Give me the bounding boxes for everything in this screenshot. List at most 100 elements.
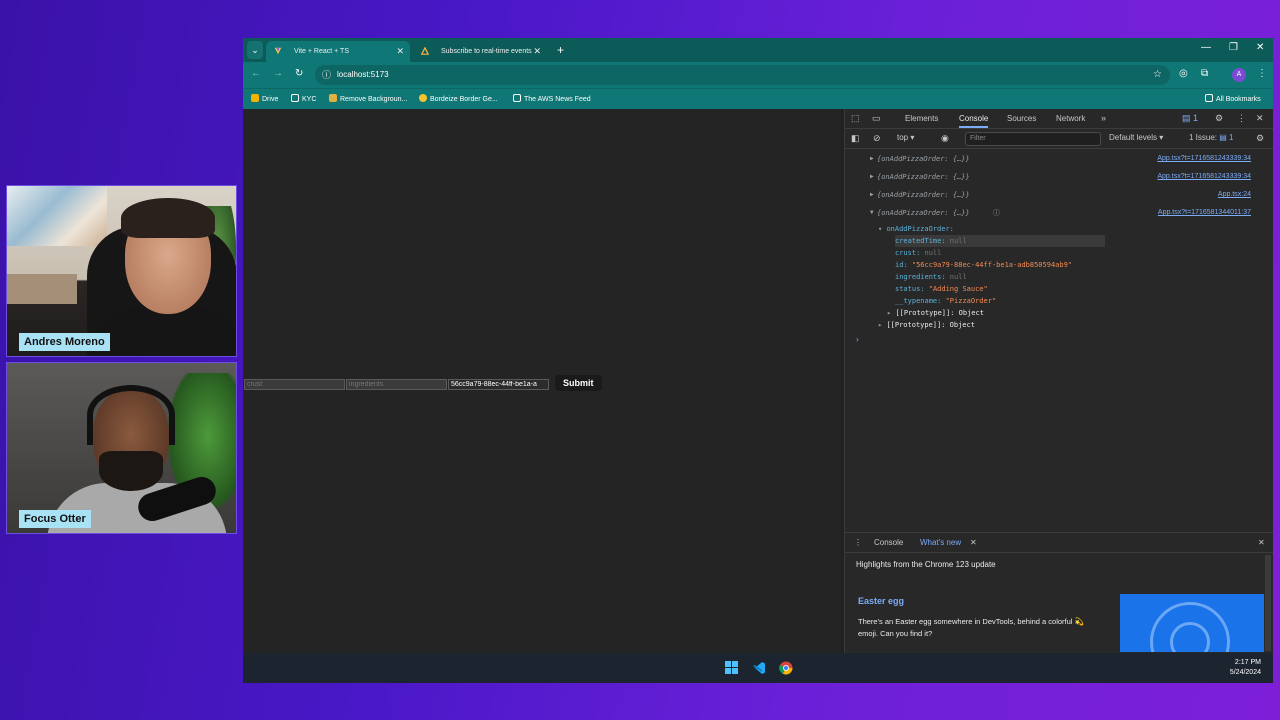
prop-crust[interactable]: crust: null <box>895 247 941 259</box>
inspect-icon[interactable]: ⬚ <box>851 113 860 124</box>
vite-icon <box>274 47 282 55</box>
drawer-tab-console[interactable]: Console <box>874 538 903 547</box>
close-tab-icon[interactable]: ✕ <box>396 41 404 62</box>
tab-elements[interactable]: Elements <box>905 114 938 123</box>
menu-kebab-icon[interactable]: ⋮ <box>1257 68 1267 79</box>
system-clock[interactable]: 2:17 PM 5/24/2024 <box>1230 658 1261 678</box>
site-info-icon[interactable]: ⓘ <box>322 65 331 85</box>
source-link[interactable]: App.tsx?t=1716581243339:34 <box>1157 169 1251 185</box>
console-settings-icon[interactable]: ⚙ <box>1256 133 1264 144</box>
submit-button[interactable]: Submit <box>555 375 602 391</box>
webcam-andres: Andres Moreno <box>6 185 237 357</box>
prop-inner-prototype[interactable]: ▸ [[Prototype]]: Object <box>887 307 984 319</box>
person-beard <box>99 451 163 491</box>
log-levels-select[interactable]: Default levels ▾ <box>1109 133 1163 142</box>
console-log-entry[interactable]: ▶ {onAddPizzaOrder: {…}} App.tsx?t=17165… <box>845 169 1273 185</box>
new-tab-button[interactable]: + <box>557 41 564 59</box>
drawer-menu-icon[interactable]: ⋮ <box>854 538 862 547</box>
prop-typename[interactable]: __typename: "PizzaOrder" <box>895 295 996 307</box>
clear-console-icon[interactable]: ⊘ <box>873 133 881 144</box>
forward-icon[interactable]: → <box>273 68 283 79</box>
id-input[interactable] <box>448 379 549 390</box>
bookmark-remove-bg[interactable]: Remove Backgroun... <box>329 94 407 103</box>
url-text: localhost:5173 <box>337 70 389 79</box>
issues-badge[interactable]: ▤ 1 <box>1182 113 1198 124</box>
bookmark-bordeize[interactable]: Bordeize Border Ge... <box>419 94 498 103</box>
prop-id[interactable]: id: "56cc9a79-88ec-44ff-be1a-adb850594ab… <box>895 259 1072 271</box>
context-select[interactable]: top ▾ <box>897 133 914 142</box>
address-bar[interactable]: ⓘ localhost:5173 ☆ <box>315 65 1170 85</box>
close-window-icon[interactable]: ✕ <box>1256 42 1264 53</box>
folder-icon <box>291 94 299 102</box>
more-tabs-icon[interactable]: » <box>1101 113 1106 123</box>
info-icon[interactable]: ⓘ <box>993 205 1000 221</box>
object-key-row[interactable]: ▾ onAddPizzaOrder: <box>878 223 954 235</box>
bookmark-kyc[interactable]: KYC <box>291 94 316 103</box>
sidebar-toggle-icon[interactable]: ◧ <box>851 133 860 144</box>
extension-icon[interactable]: ◎ <box>1179 68 1188 79</box>
tab-realtime[interactable]: Subscribe to real-time events ✕ <box>413 41 547 62</box>
all-bookmarks[interactable]: All Bookmarks <box>1205 94 1261 103</box>
bookmarks-bar: Drive KYC Remove Backgroun... Bordeize B… <box>243 88 1273 109</box>
prop-status[interactable]: status: "Adding Sauce" <box>895 283 988 295</box>
console-filter-input[interactable]: Filter <box>965 132 1101 146</box>
console-log-entry[interactable]: ▶ {onAddPizzaOrder: {…}} App.tsx:24 <box>845 187 1273 203</box>
tab-console[interactable]: Console <box>959 114 989 128</box>
console-log-entry-expanded[interactable]: ▼ {onAddPizzaOrder: {…}} ⓘ App.tsx?t=171… <box>845 205 1273 221</box>
tab-vite[interactable]: Vite + React + TS ✕ <box>266 41 410 62</box>
collapse-arrow-icon[interactable]: ▼ <box>870 205 874 221</box>
source-link[interactable]: App.tsx:24 <box>1218 187 1251 203</box>
minimize-icon[interactable]: — <box>1201 42 1211 53</box>
prop-ingredients[interactable]: ingredients: null <box>895 271 967 283</box>
easter-egg-link[interactable]: Easter egg <box>858 596 904 606</box>
vscode-icon[interactable] <box>752 661 766 675</box>
tab-sources[interactable]: Sources <box>1007 114 1036 123</box>
bordeize-icon <box>419 94 427 102</box>
restore-icon[interactable]: ❐ <box>1229 42 1238 53</box>
prop-outer-prototype[interactable]: ▸ [[Prototype]]: Object <box>878 319 975 331</box>
avatar[interactable]: A <box>1232 68 1246 82</box>
easter-egg-text: There's an Easter egg somewhere in DevTo… <box>858 617 1084 638</box>
expand-arrow-icon[interactable]: ▶ <box>870 187 874 203</box>
console-output: ▶ {onAddPizzaOrder: {…}} App.tsx?t=17165… <box>845 151 1273 531</box>
bookmark-star-icon[interactable]: ☆ <box>1153 65 1162 85</box>
device-toggle-icon[interactable]: ▭ <box>872 113 881 124</box>
drawer-tab-whats-new[interactable]: What's new <box>920 538 961 547</box>
crust-input[interactable] <box>244 379 345 390</box>
back-icon[interactable]: ← <box>251 68 261 79</box>
issues-counter[interactable]: 1 Issue: ▤ 1 <box>1189 133 1233 142</box>
console-toolbar: ◧ ⊘ top ▾ ◉ Filter Default levels ▾ 1 Is… <box>845 129 1273 149</box>
removebg-icon <box>329 94 337 102</box>
expand-arrow-icon[interactable]: ▶ <box>870 151 874 167</box>
whats-new-heading: Highlights from the Chrome 123 update <box>856 560 996 569</box>
ingredients-input[interactable] <box>346 379 447 390</box>
tab-search-icon[interactable]: ⌄ <box>247 41 263 59</box>
bookmark-aws-news[interactable]: The AWS News Feed <box>513 94 591 103</box>
source-link[interactable]: App.tsx?t=1716581344011:37 <box>1158 205 1251 221</box>
windows-start-icon[interactable] <box>725 661 739 675</box>
devtools-menu-icon[interactable]: ⋮ <box>1237 113 1246 124</box>
reload-icon[interactable]: ↻ <box>295 68 303 79</box>
tab-label: Vite + React + TS <box>294 48 349 55</box>
bookmark-drive[interactable]: Drive <box>251 94 278 103</box>
close-drawer-icon[interactable]: ✕ <box>1258 538 1265 547</box>
settings-gear-icon[interactable]: ⚙ <box>1215 113 1223 124</box>
close-tab-icon[interactable]: ✕ <box>533 41 541 62</box>
close-drawer-tab-icon[interactable]: ✕ <box>970 538 977 547</box>
tab-network[interactable]: Network <box>1056 114 1085 123</box>
chrome-icon[interactable] <box>779 661 793 675</box>
person-hair <box>121 198 215 238</box>
close-devtools-icon[interactable]: ✕ <box>1256 113 1264 124</box>
extensions-puzzle-icon[interactable]: ⧉ <box>1201 68 1208 79</box>
aws-amplify-icon <box>421 47 429 55</box>
expand-arrow-icon[interactable]: ▶ <box>870 169 874 185</box>
prop-createdTime[interactable]: createdTime: null <box>895 235 1105 247</box>
console-prompt-icon[interactable]: › <box>855 335 860 344</box>
tab-label: Subscribe to real-time events <box>441 48 532 55</box>
drawer-tabs: ⋮ Console What's new ✕ ✕ <box>845 533 1273 553</box>
console-log-entry[interactable]: ▶ {onAddPizzaOrder: {…}} App.tsx?t=17165… <box>845 151 1273 167</box>
webcam-name-label: Focus Otter <box>19 510 91 528</box>
source-link[interactable]: App.tsx?t=1716581243339:34 <box>1157 151 1251 167</box>
drawer-scrollbar[interactable] <box>1265 555 1271 651</box>
live-expression-eye-icon[interactable]: ◉ <box>941 133 949 144</box>
